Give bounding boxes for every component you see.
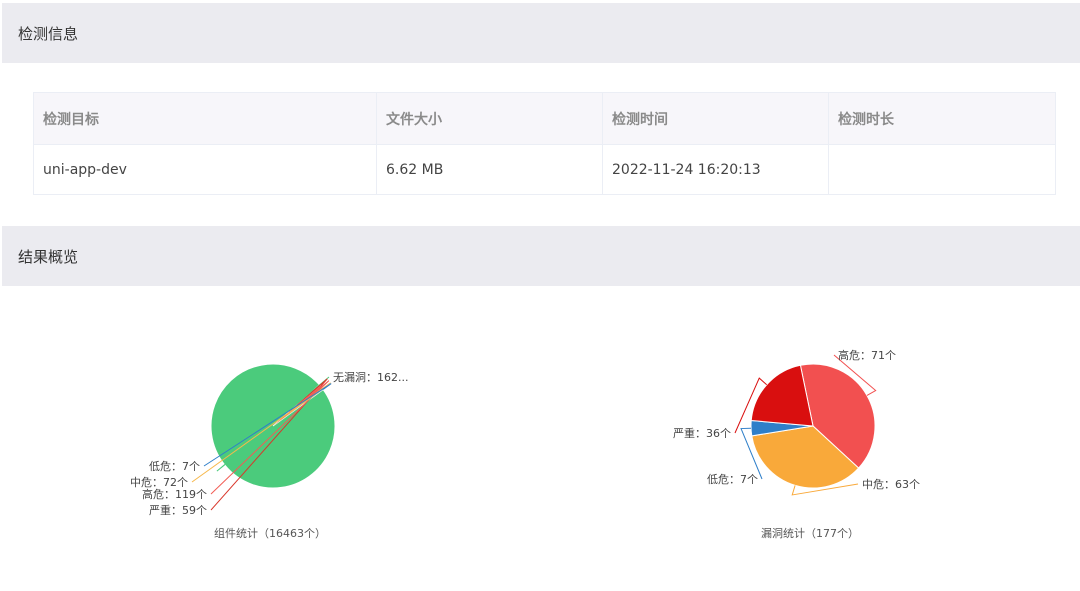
chart2-label-3: 严重：36个 — [673, 426, 731, 440]
charts-area: 无漏洞：162... 严重：59个 高危：119个 中危：72个 低危：7个组件统计（1… — [0, 286, 1080, 591]
cell-time: 2022-11-24 16:20:13 — [602, 144, 829, 195]
cell-duration — [828, 144, 1056, 195]
section-header-overview: 结果概览 — [2, 226, 1080, 286]
chart1-caption: 组件统计（16463个） — [214, 526, 326, 540]
col-header-size: 文件大小 — [376, 92, 603, 145]
cell-target: uni-app-dev — [33, 144, 377, 195]
table-row: uni-app-dev 6.62 MB 2022-11-24 16:20:13 — [33, 144, 1056, 195]
cell-size: 6.62 MB — [376, 144, 603, 195]
chart2-label-1: 中危：63个 — [862, 478, 920, 491]
col-header-time: 检测时间 — [602, 92, 829, 145]
chart2-label-0: 高危：71个 — [838, 348, 896, 362]
chart1-label-3: 中危：72个 — [130, 476, 188, 489]
chart2-label-2: 低危：7个 — [707, 473, 758, 486]
charts-svg: 无漏洞：162... 严重：59个 高危：119个中危：72个 低危：7个组件统计（1… — [130, 348, 920, 540]
info-table: 检测目标 文件大小 检测时间 检测时长 uni-app-dev 6.62 MB … — [33, 92, 1056, 195]
section-header-info: 检测信息 — [2, 3, 1080, 63]
chart1-label-4: 低危：7个 — [149, 460, 200, 473]
section-title-overview: 结果概览 — [18, 247, 79, 266]
chart1-label-1: 严重：59个 — [149, 503, 207, 517]
chart1-label-0: 无漏洞：162... — [333, 371, 409, 384]
section-title-info: 检测信息 — [18, 24, 79, 43]
col-header-duration: 检测时长 — [828, 92, 1056, 145]
col-header-target: 检测目标 — [33, 92, 377, 145]
chart1-slice-0[interactable] — [210, 363, 336, 489]
chart1-label-2: 高危：119个 — [142, 487, 207, 501]
table-header-row: 检测目标 文件大小 检测时间 检测时长 — [33, 92, 1056, 145]
chart2-caption: 漏洞统计（177个） — [761, 527, 859, 540]
